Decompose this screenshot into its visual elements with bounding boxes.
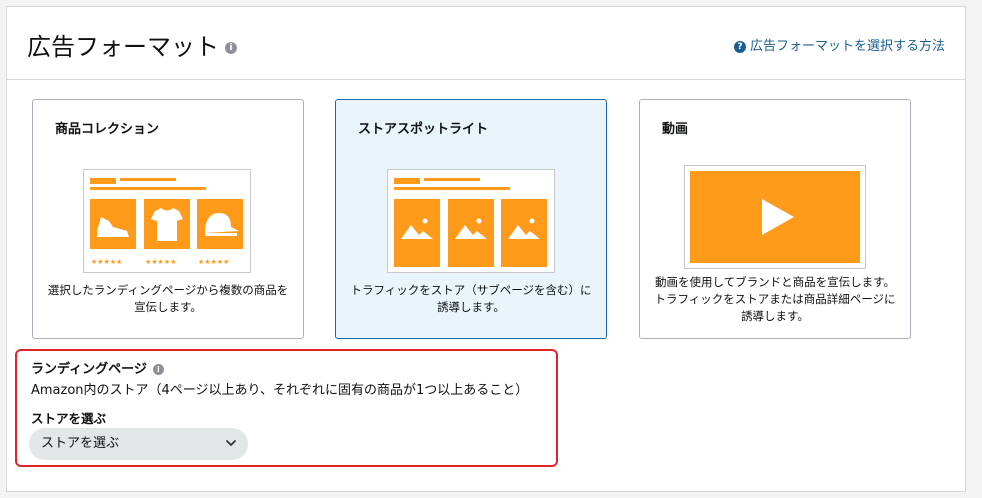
info-icon[interactable]: i <box>225 42 237 54</box>
question-icon: ? <box>733 41 746 53</box>
format-card-video[interactable]: 動画 動画を使用してブランドと商品を宣伝します。トラフィックをストアまたは商品詳… <box>639 99 911 339</box>
format-card-description: 動画を使用してブランドと商品を宣伝します。トラフィックをストアまたは商品詳細ペー… <box>654 275 896 323</box>
video-illustration <box>684 165 866 269</box>
store-select-dropdown[interactable]: ストアを選ぶ <box>29 428 248 460</box>
svg-text:★★★★★: ★★★★★ <box>198 258 229 266</box>
store-spotlight-illustration <box>387 169 555 273</box>
landing-page-section: ランディングページ i Amazon内のストア（4ページ以上あり、それぞれに固有の… <box>15 349 558 467</box>
ad-format-panel: 広告フォーマット i ? 広告フォーマットを選択する方法 商品コレクション ★★★★… <box>6 6 966 492</box>
landing-page-label: ランディングページ i <box>31 358 164 377</box>
format-card-description: 選択したランディングページから複数の商品を宣伝します。 <box>47 283 289 314</box>
store-select-label: ストアを選ぶ <box>31 411 107 426</box>
format-card-store-spotlight[interactable]: ストアスポットライト トラフィックをストア（サブページを含む）に誘導します。 <box>335 99 607 339</box>
page-title: 広告フォーマット i <box>27 27 237 62</box>
svg-text:★★★★★: ★★★★★ <box>145 258 176 266</box>
svg-text:★★★★★: ★★★★★ <box>91 258 122 266</box>
panel-header: 広告フォーマット i ? 広告フォーマットを選択する方法 <box>7 7 965 80</box>
format-card-title: 動画 <box>662 122 689 137</box>
product-collection-illustration: ★★★★★ ★★★★★ ★★★★★ <box>83 169 251 273</box>
help-link[interactable]: ? 広告フォーマットを選択する方法 <box>733 35 945 54</box>
format-card-description: トラフィックをストア（サブページを含む）に誘導します。 <box>350 283 592 314</box>
format-card-title: ストアスポットライト <box>358 122 489 137</box>
format-card-title: 商品コレクション <box>55 122 160 137</box>
landing-page-description: Amazon内のストア（4ページ以上あり、それぞれに固有の商品が1つ以上あること… <box>31 383 529 398</box>
format-card-product-collection[interactable]: 商品コレクション ★★★★★ ★★★★★ ★★★★★ 選択したランディングページ… <box>32 99 304 339</box>
info-icon[interactable]: i <box>152 364 164 375</box>
chevron-down-icon <box>226 440 236 446</box>
